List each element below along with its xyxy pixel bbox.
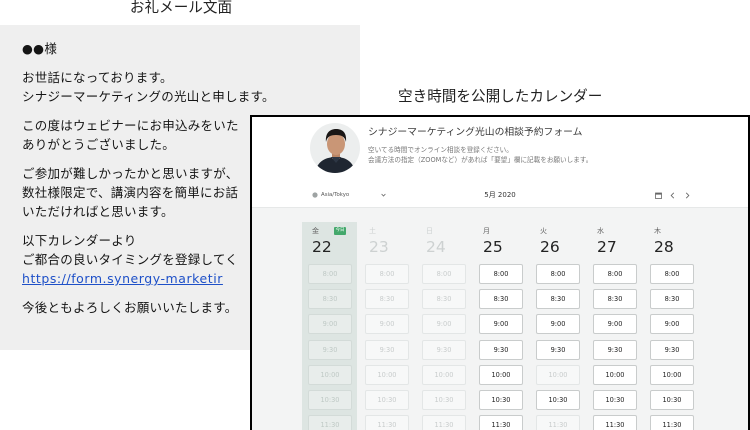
day-column: 木 28 8:00 8:30 9:00 9:30 10:00 10:30 11:30 xyxy=(650,117,694,430)
time-slot-button: 10:30 xyxy=(422,390,466,410)
time-slot-button: 9:30 xyxy=(422,339,466,360)
time-slot-button: 11:30 xyxy=(422,415,466,430)
time-slot-button[interactable]: 9:00 xyxy=(593,314,637,335)
weekday-label: 日 xyxy=(426,227,433,235)
time-slot-button: 8:30 xyxy=(422,289,466,310)
time-slot-button: 8:00 xyxy=(422,264,466,284)
time-slot-button[interactable]: 9:00 xyxy=(479,314,523,335)
weekday-label: 金 xyxy=(312,227,319,235)
time-slot-button[interactable]: 8:30 xyxy=(650,289,694,310)
time-slot-button: 8:30 xyxy=(365,289,409,310)
weekday-label: 火 xyxy=(540,227,547,235)
time-slot-button[interactable]: 8:00 xyxy=(650,264,694,284)
time-slot-button[interactable]: 10:00 xyxy=(593,364,637,385)
day-column: 土 23 8:00 8:30 9:00 9:30 10:00 10:30 11:30 xyxy=(365,117,409,430)
time-slot-button[interactable]: 9:00 xyxy=(536,314,580,335)
booking-calendar: シナジーマーケティング光山の相談予約フォーム 空いてる時間でオンライン相談を登録… xyxy=(252,117,748,430)
time-slot-button: 11:30 xyxy=(536,415,580,430)
time-slot-button: 10:00 xyxy=(536,364,580,385)
time-slot-button: 9:00 xyxy=(365,314,409,335)
time-slot-button: 8:30 xyxy=(308,289,352,310)
time-slot-button[interactable]: 11:30 xyxy=(479,415,523,430)
date-number: 26 xyxy=(540,238,560,256)
time-slot-button[interactable]: 9:00 xyxy=(650,314,694,335)
date-number: 25 xyxy=(483,238,503,256)
time-slot-button[interactable]: 9:30 xyxy=(593,339,637,360)
time-slot-button: 10:00 xyxy=(422,364,466,385)
date-number: 27 xyxy=(597,238,617,256)
day-column: 水 27 8:00 8:30 9:00 9:30 10:00 10:30 11:30 xyxy=(593,117,637,430)
day-column: 金 今日 22 8:00 8:30 9:00 9:30 10:00 10:30 11:30 xyxy=(302,117,357,430)
time-slot-button: 10:00 xyxy=(308,364,352,385)
email-paragraph: お世話になっております。 シナジーマーケティングの光山と申します。 xyxy=(22,68,360,106)
time-slot-button: 8:00 xyxy=(365,264,409,284)
time-slot-button[interactable]: 11:30 xyxy=(593,415,637,430)
email-line: お世話になっております。 xyxy=(22,70,173,85)
time-slot-button[interactable]: 8:30 xyxy=(479,289,523,310)
email-line: シナジーマーケティングの光山と申します。 xyxy=(22,89,275,104)
time-slot-button[interactable]: 9:30 xyxy=(650,339,694,360)
time-slot-button[interactable]: 8:00 xyxy=(479,264,523,284)
time-slot-button: 9:00 xyxy=(422,314,466,335)
email-line: ●●様 xyxy=(22,41,58,56)
time-slot-button[interactable]: 10:00 xyxy=(650,364,694,385)
date-number: 24 xyxy=(426,238,446,256)
calendar-screenshot-frame: シナジーマーケティング光山の相談予約フォーム 空いてる時間でオンライン相談を登録… xyxy=(250,115,750,430)
time-slot-button[interactable]: 8:00 xyxy=(593,264,637,284)
time-slot-button: 10:30 xyxy=(365,390,409,410)
date-number: 23 xyxy=(369,238,389,256)
time-slot-button: 10:00 xyxy=(365,364,409,385)
day-column: 火 26 8:00 8:30 9:00 9:30 10:00 10:30 11:30 xyxy=(536,117,580,430)
time-slot-button[interactable]: 9:30 xyxy=(479,339,523,360)
time-slot-button[interactable]: 8:30 xyxy=(536,289,580,310)
time-slot-button[interactable]: 10:30 xyxy=(536,390,580,410)
time-slot-button[interactable]: 10:30 xyxy=(650,390,694,410)
weekday-label: 月 xyxy=(483,227,490,235)
time-slot-button: 11:30 xyxy=(365,415,409,430)
time-slot-button[interactable]: 10:00 xyxy=(479,364,523,385)
time-slot-button[interactable]: 8:00 xyxy=(536,264,580,284)
time-slot-button[interactable]: 9:30 xyxy=(536,339,580,360)
email-greeting: ●●様 xyxy=(22,39,360,58)
time-slot-button: 11:30 xyxy=(308,415,352,430)
time-slot-button[interactable]: 10:30 xyxy=(479,390,523,410)
time-slot-button: 9:00 xyxy=(308,314,352,335)
date-number: 28 xyxy=(654,238,674,256)
weekday-label: 木 xyxy=(654,227,661,235)
email-template-heading: お礼メール文面 xyxy=(129,0,233,16)
weekday-label: 水 xyxy=(597,227,604,235)
time-slot-button[interactable]: 10:30 xyxy=(593,390,637,410)
time-slot-button: 8:00 xyxy=(308,264,352,284)
day-column: 月 25 8:00 8:30 9:00 9:30 10:00 10:30 11:30 xyxy=(479,117,523,430)
today-badge: 今日 xyxy=(334,227,346,235)
time-slot-button: 9:30 xyxy=(365,339,409,360)
weekday-label: 土 xyxy=(369,227,376,235)
day-column: 日 24 8:00 8:30 9:00 9:30 10:00 10:30 11:30 xyxy=(422,117,466,430)
time-slot-button: 10:30 xyxy=(308,390,352,410)
time-slot-button[interactable]: 8:30 xyxy=(593,289,637,310)
time-slot-button: 9:30 xyxy=(308,339,352,360)
week-grid: 金 今日 22 8:00 8:30 9:00 9:30 10:00 10:30 11:30 土 23 8… xyxy=(252,117,748,430)
calendar-caption: 空き時間を公開したカレンダー xyxy=(398,88,603,105)
time-slot-button[interactable]: 11:30 xyxy=(650,415,694,430)
date-number: 22 xyxy=(312,238,332,256)
